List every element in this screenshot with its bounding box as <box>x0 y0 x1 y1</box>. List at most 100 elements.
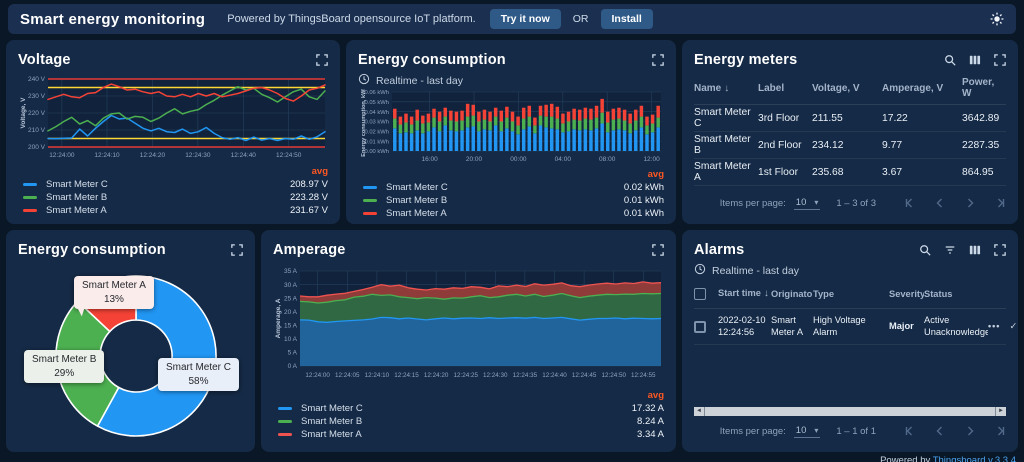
widget-title: Energy consumption <box>358 52 506 68</box>
row-checkbox[interactable] <box>694 321 706 333</box>
legend-item[interactable]: Smart Meter C17.32 A <box>273 402 664 415</box>
svg-text:240 V: 240 V <box>28 76 46 83</box>
legend-item[interactable]: Smart Meter A0.01 kWh <box>358 207 664 220</box>
scroll-right-arrow[interactable]: ► <box>996 407 1006 416</box>
svg-text:5 A: 5 A <box>288 350 298 357</box>
column-header[interactable]: Name↓ <box>694 83 758 94</box>
svg-text:08:00: 08:00 <box>599 156 616 163</box>
fullscreen-icon[interactable] <box>231 244 243 256</box>
scroll-left-arrow[interactable]: ◄ <box>694 407 704 416</box>
svg-text:00:00: 00:00 <box>510 156 527 163</box>
next-page-button[interactable] <box>964 197 976 209</box>
last-page-button[interactable] <box>994 425 1006 437</box>
table-cell: 3rd Floor <box>758 113 812 124</box>
previous-page-button[interactable] <box>934 197 946 209</box>
widget-title: Voltage <box>18 52 71 68</box>
table-header-row: Name↓LabelVoltage, VAmperage, VPower, W <box>694 72 1006 105</box>
columns-icon[interactable] <box>969 244 981 256</box>
search-icon[interactable] <box>944 54 956 66</box>
voltage-legend: avgSmart Meter C208.97 VSmart Meter B223… <box>18 166 328 217</box>
powered-by-footer: Powered by Thingsboard v.3.3.4 <box>880 455 1016 462</box>
search-icon[interactable] <box>919 244 931 256</box>
column-header[interactable]: Voltage, V <box>812 83 882 94</box>
svg-text:12:24:05: 12:24:05 <box>335 372 360 379</box>
ack-check-icon[interactable]: ✓ <box>1009 321 1017 332</box>
legend-item[interactable]: Smart Meter B223.28 V <box>18 191 328 204</box>
svg-text:12:24:00: 12:24:00 <box>305 372 330 379</box>
fullscreen-icon[interactable] <box>316 54 328 66</box>
svg-text:0.03 kWh: 0.03 kWh <box>365 120 390 126</box>
scrollbar-thumb[interactable] <box>705 407 995 416</box>
fullscreen-icon[interactable] <box>652 54 664 66</box>
fullscreen-icon[interactable] <box>994 54 1006 66</box>
timewindow[interactable]: Realtime - last day <box>358 72 664 89</box>
energy-meters-pagination: Items per page:10▾1 – 3 of 3 <box>694 190 1006 216</box>
legend-item[interactable]: Smart Meter C208.97 V <box>18 178 328 191</box>
legend-label: Smart Meter C <box>301 403 363 414</box>
try-it-now-button[interactable]: Try it now <box>490 9 561 29</box>
column-header[interactable]: Start time↓ <box>718 288 771 299</box>
column-header[interactable]: Status <box>924 289 988 299</box>
svg-text:10 A: 10 A <box>284 336 298 343</box>
column-header[interactable]: Severity <box>889 289 924 299</box>
timewindow[interactable]: Realtime - last day <box>694 262 1006 279</box>
items-per-page-select[interactable]: 10▾ <box>794 197 821 210</box>
first-page-button[interactable] <box>904 197 916 209</box>
svg-text:12:24:35: 12:24:35 <box>513 372 538 379</box>
alarms-widget: Alarms Realtime - last day Start time↓Or… <box>682 230 1018 452</box>
filter-icon[interactable] <box>944 244 956 256</box>
column-header[interactable]: Label <box>758 83 812 94</box>
column-header[interactable]: Amperage, V <box>882 83 962 94</box>
previous-page-button[interactable] <box>934 425 946 437</box>
fullscreen-icon[interactable] <box>652 244 664 256</box>
items-per-page-select[interactable]: 10▾ <box>794 425 821 438</box>
table-row[interactable]: Smart Meter C3rd Floor211.5517.223642.89 <box>694 105 1006 132</box>
legend-color-dash <box>23 196 37 199</box>
sort-arrow-icon: ↓ <box>764 288 769 299</box>
legend-item[interactable]: Smart Meter A231.67 V <box>18 204 328 217</box>
legend-color-dash <box>363 199 377 202</box>
avg-column-header: avg <box>273 390 664 402</box>
svg-text:30 A: 30 A <box>284 282 298 289</box>
install-button[interactable]: Install <box>601 9 653 29</box>
legend-item[interactable]: Smart Meter B0.01 kWh <box>358 194 664 207</box>
legend-avg-value: 3.34 A <box>637 429 664 440</box>
legend-item[interactable]: Smart Meter A 3.34 A <box>273 428 664 441</box>
svg-text:12:00: 12:00 <box>643 156 660 163</box>
columns-icon[interactable] <box>969 54 981 66</box>
column-header[interactable]: Originator <box>771 289 813 299</box>
dashboard-page: Smart energy monitoring Powered by Thing… <box>0 4 1024 452</box>
sort-arrow-icon: ↓ <box>724 83 729 94</box>
svg-text:0.00 kWh: 0.00 kWh <box>365 149 390 155</box>
table-row[interactable]: Smart Meter A1st Floor235.683.67864.95 <box>694 159 1006 186</box>
legend-avg-value: 208.97 V <box>290 179 328 190</box>
legend-item[interactable]: Smart Meter C0.02 kWh <box>358 181 664 194</box>
svg-text:Energy consumption, kWh: Energy consumption, kWh <box>361 89 367 157</box>
table-cell: 211.55 <box>812 113 882 124</box>
svg-text:12:24:10: 12:24:10 <box>94 152 120 159</box>
legend-label: Smart Meter B <box>386 195 447 206</box>
legend-item[interactable]: Smart Meter B8.24 A <box>273 415 664 428</box>
select-all-checkbox[interactable] <box>694 288 706 300</box>
column-header[interactable]: Power, W <box>962 77 1006 99</box>
table-header-row: Start time↓OriginatorTypeSeverityStatus <box>694 279 1006 309</box>
amperage-legend: avgSmart Meter C17.32 ASmart Meter B8.24… <box>273 390 664 441</box>
theme-toggle-sun-icon[interactable] <box>990 12 1004 26</box>
legend-label: Smart Meter A <box>301 429 362 440</box>
thingsboard-link[interactable]: Thingsboard v.3.3.4 <box>933 455 1016 462</box>
more-actions-icon[interactable]: ••• <box>988 321 1000 332</box>
horizontal-scrollbar[interactable]: ◄ ► <box>694 407 1006 416</box>
column-header[interactable]: Type <box>813 289 889 299</box>
table-cell: Smart Meter B <box>694 134 758 156</box>
svg-text:230 V: 230 V <box>28 93 46 100</box>
last-page-button[interactable] <box>994 197 1006 209</box>
legend-avg-value: 8.24 A <box>637 416 664 427</box>
table-cell: 2nd Floor <box>758 140 812 151</box>
fullscreen-icon[interactable] <box>994 244 1006 256</box>
first-page-button[interactable] <box>904 425 916 437</box>
table-row[interactable]: Smart Meter B2nd Floor234.129.772287.35 <box>694 132 1006 159</box>
alarm-row[interactable]: 2022-02-10 12:24:56Smart Meter AHigh Vol… <box>694 309 1006 345</box>
next-page-button[interactable] <box>964 425 976 437</box>
svg-text:12:24:30: 12:24:30 <box>185 152 211 159</box>
widget-title: Alarms <box>694 242 744 258</box>
